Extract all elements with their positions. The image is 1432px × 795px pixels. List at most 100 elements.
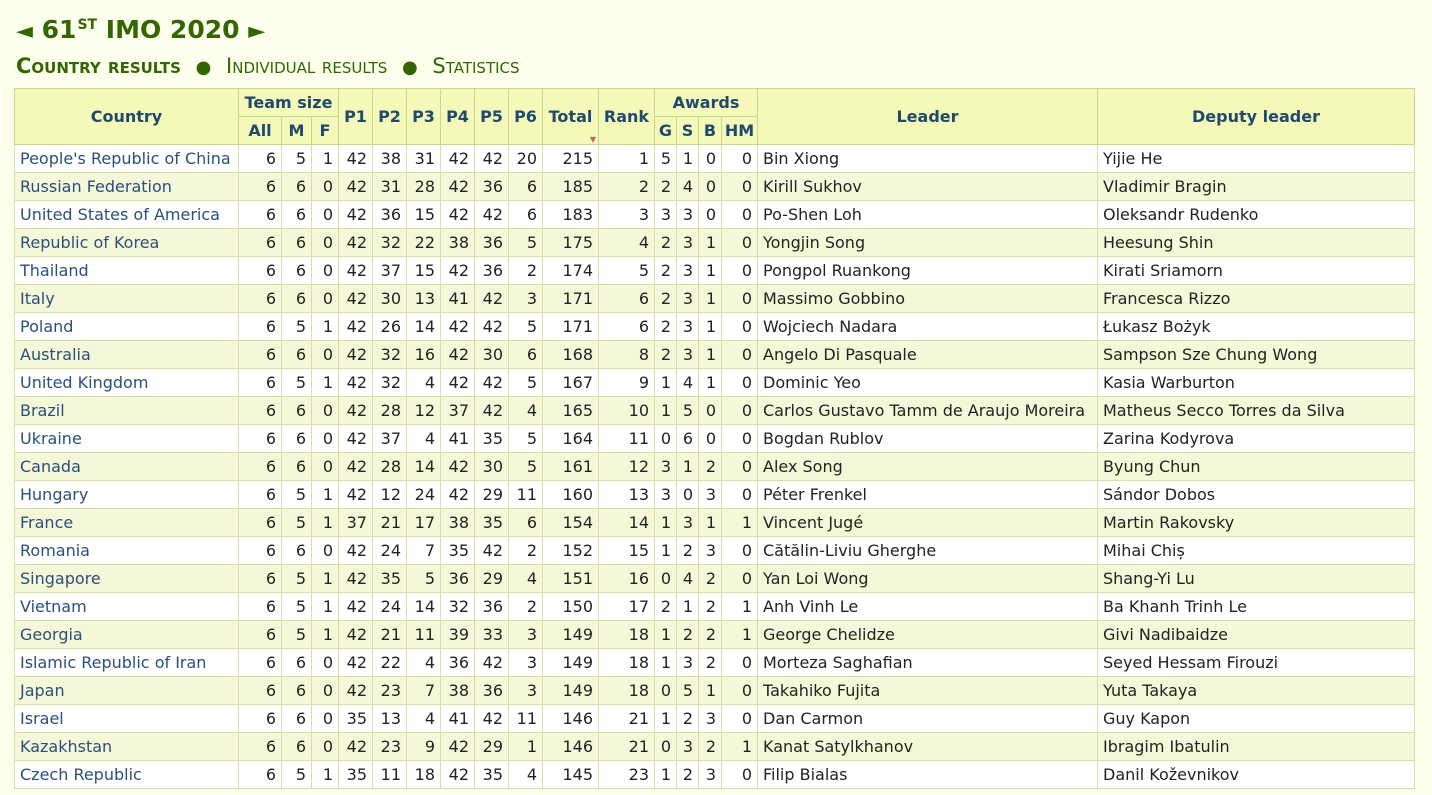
cell-total: 160 bbox=[542, 480, 599, 509]
cell-p2: 12 bbox=[372, 480, 407, 509]
cell-p3: 7 bbox=[406, 536, 441, 565]
cell-p6: 3 bbox=[508, 620, 543, 649]
cell-leader: Takahiko Fujita bbox=[757, 676, 1098, 705]
cell-team-f: 0 bbox=[311, 200, 339, 229]
cell-silver: 5 bbox=[676, 396, 699, 425]
cell-p4: 36 bbox=[440, 564, 475, 593]
cell-country[interactable]: Poland bbox=[14, 312, 239, 341]
col-header-p4[interactable]: P4 bbox=[440, 88, 475, 145]
results-nav: Country results ● Individual results ● S… bbox=[16, 52, 520, 82]
cell-leader: Carlos Gustavo Tamm de Araujo Moreira bbox=[757, 396, 1098, 425]
results-table-body: People's Republic of China 6 5 1 42 38 31 42 42 2… bbox=[14, 144, 1415, 789]
cell-country[interactable]: Singapore bbox=[14, 564, 239, 593]
col-header-bronze[interactable]: B bbox=[698, 116, 722, 145]
col-header-team-f[interactable]: F bbox=[311, 116, 339, 145]
cell-p3: 12 bbox=[406, 396, 441, 425]
cell-country[interactable]: Japan bbox=[14, 676, 239, 705]
cell-rank: 18 bbox=[598, 676, 655, 705]
col-header-p5[interactable]: P5 bbox=[474, 88, 509, 145]
cell-total: 151 bbox=[542, 564, 599, 593]
cell-country[interactable]: Thailand bbox=[14, 256, 239, 285]
cell-p5: 42 bbox=[474, 312, 509, 341]
col-header-team-m[interactable]: M bbox=[281, 116, 312, 145]
col-header-silver[interactable]: S bbox=[676, 116, 699, 145]
col-header-p3[interactable]: P3 bbox=[406, 88, 441, 145]
next-imo-arrow-icon[interactable]: ► bbox=[248, 19, 265, 44]
cell-country[interactable]: Hungary bbox=[14, 480, 239, 509]
nav-country-results[interactable]: Country results bbox=[16, 54, 181, 78]
cell-p5: 36 bbox=[474, 256, 509, 285]
cell-honourable-mention: 0 bbox=[721, 172, 758, 201]
cell-honourable-mention: 0 bbox=[721, 228, 758, 257]
cell-p4: 42 bbox=[440, 480, 475, 509]
cell-honourable-mention: 1 bbox=[721, 592, 758, 621]
col-header-team-all[interactable]: All bbox=[238, 116, 282, 145]
cell-p1: 42 bbox=[338, 480, 373, 509]
cell-deputy-leader: Zarina Kodyrova bbox=[1097, 424, 1415, 453]
cell-p5: 42 bbox=[474, 144, 509, 173]
cell-country[interactable]: Kazakhstan bbox=[14, 732, 239, 761]
col-header-p1[interactable]: P1 bbox=[338, 88, 373, 145]
cell-country[interactable]: United Kingdom bbox=[14, 368, 239, 397]
previous-imo-arrow-icon[interactable]: ◄ bbox=[16, 19, 33, 44]
cell-p6: 6 bbox=[508, 508, 543, 537]
cell-country[interactable]: Australia bbox=[14, 340, 239, 369]
cell-silver: 3 bbox=[676, 508, 699, 537]
col-header-p6[interactable]: P6 bbox=[508, 88, 543, 145]
col-header-rank[interactable]: Rank bbox=[598, 88, 655, 145]
cell-honourable-mention: 0 bbox=[721, 536, 758, 565]
cell-team-all: 6 bbox=[238, 508, 282, 537]
cell-country[interactable]: Canada bbox=[14, 452, 239, 481]
nav-individual-results[interactable]: Individual results bbox=[226, 54, 387, 78]
cell-p1: 42 bbox=[338, 732, 373, 761]
cell-country[interactable]: Russian Federation bbox=[14, 172, 239, 201]
cell-leader: Péter Frenkel bbox=[757, 480, 1098, 509]
cell-gold: 1 bbox=[654, 760, 677, 789]
table-row: Romania 6 6 0 42 24 7 35 42 2 152 15 1 2 3 0 Cătălin-Liv… bbox=[14, 536, 1415, 565]
table-row: Czech Republic 6 5 1 35 11 18 42 35 4 145 23 1 2 3 0 Fil… bbox=[14, 760, 1415, 789]
cell-p1: 42 bbox=[338, 172, 373, 201]
cell-rank: 16 bbox=[598, 564, 655, 593]
cell-country[interactable]: France bbox=[14, 508, 239, 537]
cell-country[interactable]: Islamic Republic of Iran bbox=[14, 648, 239, 677]
cell-p4: 42 bbox=[440, 760, 475, 789]
cell-bronze: 0 bbox=[698, 396, 722, 425]
cell-p5: 30 bbox=[474, 452, 509, 481]
cell-country[interactable]: Czech Republic bbox=[14, 760, 239, 789]
cell-p6: 2 bbox=[508, 536, 543, 565]
cell-p3: 15 bbox=[406, 200, 441, 229]
cell-country[interactable]: Israel bbox=[14, 704, 239, 733]
cell-p1: 42 bbox=[338, 676, 373, 705]
cell-country[interactable]: People's Republic of China bbox=[14, 144, 239, 173]
cell-rank: 14 bbox=[598, 508, 655, 537]
country-results-table: Country Team size P1 P2 P3 P4 P5 P6 Tota… bbox=[14, 88, 1415, 789]
cell-p1: 42 bbox=[338, 340, 373, 369]
cell-country[interactable]: Republic of Korea bbox=[14, 228, 239, 257]
cell-honourable-mention: 0 bbox=[721, 480, 758, 509]
cell-p6: 6 bbox=[508, 340, 543, 369]
col-header-total[interactable]: Total ▼ bbox=[542, 88, 599, 145]
cell-country[interactable]: Romania bbox=[14, 536, 239, 565]
nav-statistics[interactable]: Statistics bbox=[432, 54, 519, 78]
cell-country[interactable]: Georgia bbox=[14, 620, 239, 649]
cell-p6: 1 bbox=[508, 732, 543, 761]
cell-country[interactable]: United States of America bbox=[14, 200, 239, 229]
cell-p1: 42 bbox=[338, 284, 373, 313]
cell-p4: 42 bbox=[440, 340, 475, 369]
col-header-country[interactable]: Country bbox=[14, 88, 239, 145]
cell-leader: Yan Loi Wong bbox=[757, 564, 1098, 593]
col-header-gold[interactable]: G bbox=[654, 116, 677, 145]
col-header-honourable-mention[interactable]: HM bbox=[721, 116, 758, 145]
cell-total: 171 bbox=[542, 312, 599, 341]
cell-country[interactable]: Vietnam bbox=[14, 592, 239, 621]
cell-team-all: 6 bbox=[238, 228, 282, 257]
cell-country[interactable]: Italy bbox=[14, 284, 239, 313]
col-header-leader[interactable]: Leader bbox=[757, 88, 1098, 145]
col-header-deputy-leader[interactable]: Deputy leader bbox=[1097, 88, 1415, 145]
cell-rank: 2 bbox=[598, 172, 655, 201]
cell-country[interactable]: Brazil bbox=[14, 396, 239, 425]
cell-country[interactable]: Ukraine bbox=[14, 424, 239, 453]
cell-team-m: 5 bbox=[281, 480, 312, 509]
cell-gold: 2 bbox=[654, 172, 677, 201]
col-header-p2[interactable]: P2 bbox=[372, 88, 407, 145]
